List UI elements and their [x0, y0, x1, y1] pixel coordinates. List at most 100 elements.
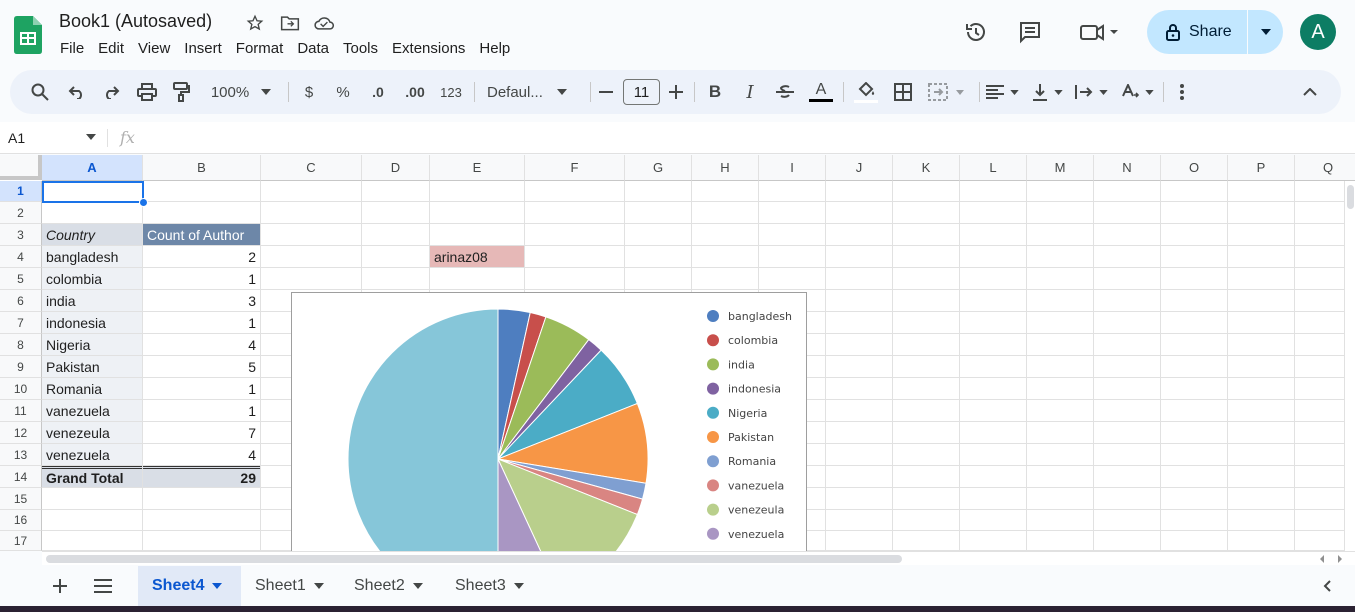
- column-header-p[interactable]: P: [1228, 155, 1295, 181]
- column-header-o[interactable]: O: [1161, 155, 1228, 181]
- column-header-c[interactable]: C: [261, 155, 362, 181]
- pivot-country-cell[interactable]: venezeula: [42, 422, 142, 443]
- fill-color-icon[interactable]: [853, 70, 879, 114]
- pivot-count-cell[interactable]: 7: [143, 422, 260, 443]
- fill-handle[interactable]: [139, 198, 148, 207]
- decrease-decimal-button[interactable]: .0: [365, 70, 391, 114]
- column-header-n[interactable]: N: [1094, 155, 1161, 181]
- meet-video-icon[interactable]: [1076, 18, 1124, 46]
- scroll-left-icon[interactable]: [1318, 555, 1326, 563]
- row-header-16[interactable]: 16: [0, 510, 42, 531]
- pivot-count-cell[interactable]: 4: [143, 444, 260, 465]
- caret-down-icon[interactable]: [513, 583, 524, 589]
- strikethrough-icon[interactable]: [774, 70, 796, 114]
- zoom-select[interactable]: 100%: [205, 70, 277, 114]
- column-header-b[interactable]: B: [143, 155, 261, 181]
- row-header-5[interactable]: 5: [0, 268, 42, 290]
- pivot-country-cell[interactable]: vanezuela: [42, 400, 142, 421]
- column-header-h[interactable]: H: [692, 155, 759, 181]
- pivot-count-cell[interactable]: 1: [143, 312, 260, 333]
- column-header-g[interactable]: G: [625, 155, 692, 181]
- row-header-8[interactable]: 8: [0, 334, 42, 356]
- increase-decimal-button[interactable]: .00: [400, 70, 430, 114]
- print-icon[interactable]: [135, 70, 159, 114]
- redo-icon[interactable]: [99, 70, 123, 114]
- horizontal-align-icon[interactable]: [982, 70, 1022, 114]
- pivot-country-cell[interactable]: Nigeria: [42, 334, 142, 355]
- document-title[interactable]: Book1 (Autosaved): [59, 11, 212, 32]
- text-color-button[interactable]: A: [808, 70, 834, 114]
- move-folder-icon[interactable]: [279, 12, 301, 34]
- active-cell-selection[interactable]: [42, 181, 144, 203]
- scroll-right-icon[interactable]: [1336, 555, 1344, 563]
- star-icon[interactable]: [244, 12, 266, 34]
- vertical-scroll-thumb[interactable]: [1347, 185, 1354, 209]
- more-formats-button[interactable]: 123: [438, 70, 464, 114]
- sheet-tab-sheet3[interactable]: Sheet3: [441, 566, 543, 606]
- column-header-q[interactable]: Q: [1295, 155, 1355, 181]
- name-box[interactable]: A1: [8, 130, 25, 146]
- share-dropdown-button[interactable]: [1248, 10, 1283, 54]
- comments-icon[interactable]: [1016, 18, 1044, 46]
- row-header-3[interactable]: 3: [0, 224, 42, 246]
- font-family-select[interactable]: Defaul...: [487, 70, 577, 114]
- column-header-l[interactable]: L: [960, 155, 1027, 181]
- pivot-country-cell[interactable]: colombia: [42, 268, 142, 289]
- pie-chart[interactable]: bangladesh colombia india indonesia Nigeria P…: [291, 292, 807, 551]
- pivot-header-count[interactable]: Count of Author: [143, 224, 260, 245]
- version-history-icon[interactable]: [962, 18, 990, 46]
- pivot-count-cell[interactable]: 2: [143, 246, 260, 267]
- decrease-font-size-icon[interactable]: [596, 70, 616, 114]
- vertical-align-icon[interactable]: [1027, 70, 1067, 114]
- pivot-count-cell[interactable]: 3: [143, 290, 260, 311]
- row-header-4[interactable]: 4: [0, 246, 42, 268]
- menu-format[interactable]: Format: [236, 40, 291, 57]
- grand-total-label[interactable]: Grand Total: [42, 466, 142, 487]
- row-header-6[interactable]: 6: [0, 290, 42, 312]
- share-button[interactable]: Share: [1147, 10, 1247, 54]
- row-header-14[interactable]: 14: [0, 466, 42, 488]
- percent-format-button[interactable]: %: [332, 70, 354, 114]
- pivot-count-cell[interactable]: 4: [143, 334, 260, 355]
- column-header-e[interactable]: E: [430, 155, 525, 181]
- row-header-12[interactable]: 12: [0, 422, 42, 444]
- pivot-header-country[interactable]: Country: [42, 224, 142, 245]
- collapse-menus-icon[interactable]: [1298, 70, 1322, 114]
- column-header-i[interactable]: I: [759, 155, 826, 181]
- row-header-15[interactable]: 15: [0, 488, 42, 510]
- pivot-count-cell[interactable]: 5: [143, 356, 260, 377]
- grand-total-value[interactable]: 29: [143, 466, 260, 487]
- pivot-count-cell[interactable]: 1: [143, 268, 260, 289]
- merge-cells-icon[interactable]: [926, 70, 970, 114]
- pivot-count-cell[interactable]: 1: [143, 400, 260, 421]
- pivot-country-cell[interactable]: venezuela: [42, 444, 142, 465]
- italic-button[interactable]: I: [739, 70, 761, 114]
- menu-data[interactable]: Data: [297, 40, 336, 57]
- horizontal-scrollbar[interactable]: [42, 551, 1355, 565]
- pivot-country-cell[interactable]: indonesia: [42, 312, 142, 333]
- cloud-saved-icon[interactable]: [313, 12, 335, 34]
- pie-slice-other[interactable]: [347, 308, 499, 551]
- pivot-country-cell[interactable]: Romania: [42, 378, 142, 399]
- cell-e4[interactable]: arinaz08: [430, 246, 524, 267]
- caret-down-icon[interactable]: [313, 583, 324, 589]
- borders-icon[interactable]: [891, 70, 915, 114]
- vertical-scrollbar[interactable]: [1344, 181, 1355, 551]
- increase-font-size-icon[interactable]: [666, 70, 686, 114]
- add-sheet-icon[interactable]: [46, 566, 74, 606]
- bold-button[interactable]: B: [704, 70, 726, 114]
- text-rotation-icon[interactable]: [1117, 70, 1157, 114]
- column-header-j[interactable]: J: [826, 155, 893, 181]
- pivot-count-cell[interactable]: 1: [143, 378, 260, 399]
- name-box-caret-icon[interactable]: [86, 134, 96, 140]
- paint-format-icon[interactable]: [169, 70, 193, 114]
- menu-tools[interactable]: Tools: [343, 40, 385, 57]
- currency-format-button[interactable]: $: [298, 70, 320, 114]
- sheets-logo-icon[interactable]: [14, 16, 42, 54]
- pivot-country-cell[interactable]: Pakistan: [42, 356, 142, 377]
- column-header-f[interactable]: F: [525, 155, 625, 181]
- explore-collapse-icon[interactable]: [1313, 566, 1341, 606]
- pivot-country-cell[interactable]: india: [42, 290, 142, 311]
- column-header-a[interactable]: A: [42, 155, 143, 181]
- sheet-tab-sheet2[interactable]: Sheet2: [340, 566, 441, 606]
